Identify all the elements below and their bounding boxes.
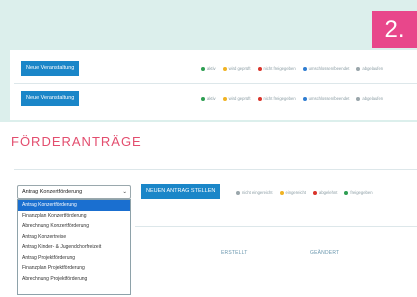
request-type-select-value: Antrag Konzertförderung [22, 189, 83, 195]
legend-item: wird geprüft [222, 66, 251, 71]
new-request-button[interactable]: NEUEN ANTRAG STELLEN [141, 184, 221, 199]
dropdown-option[interactable]: Abrechnung Konzertförderung [18, 221, 130, 232]
legend-item: abgelehnt [313, 190, 337, 195]
new-event-button-1[interactable]: Neue Veranstaltung [21, 61, 80, 76]
status-dot-icon [279, 190, 284, 195]
page-title: FÖRDERANTRÄGE [11, 134, 142, 149]
column-header-created: ERSTELLT [221, 250, 248, 256]
legend-label: freigegeben [350, 190, 373, 195]
dropdown-option[interactable]: Antrag Konzertförderung [18, 200, 130, 211]
legend-label: eingereicht [285, 190, 307, 195]
request-type-select[interactable]: Antrag Konzertförderung ⌄ [17, 185, 131, 199]
dropdown-option[interactable]: Antrag Kinder- & Jugendchorfreizeit [18, 242, 130, 253]
legend-label: umschlossen/beendet [308, 96, 350, 101]
dropdown-option[interactable]: Finanzplan Konzertförderung [18, 211, 130, 222]
event-status-legend-2: aktiv wird geprüft nicht freigegeben umschl… [201, 96, 383, 101]
status-dot-icon [236, 190, 240, 195]
step-number-badge: 2. [372, 11, 417, 48]
divider [14, 83, 417, 84]
legend-label: abgelaufen [362, 96, 384, 101]
request-status-legend: nicht eingereicht eingereicht abgelehnt fre… [236, 190, 373, 195]
legend-item: wird geprüft [222, 96, 251, 101]
legend-label: wird geprüft [228, 66, 251, 71]
request-type-dropdown-list[interactable]: Antrag Konzertförderung Finanzplan Konzer… [17, 199, 131, 295]
status-dot-icon [222, 66, 227, 71]
legend-item: nicht freigegeben [257, 96, 296, 101]
dropdown-option[interactable]: Abrechnung Projektförderung [18, 274, 130, 285]
legend-item: aktiv [201, 66, 216, 71]
legend-label: aktiv [207, 96, 216, 101]
status-dot-icon [222, 96, 227, 101]
dropdown-option[interactable]: Antrag Konzertreise [18, 232, 130, 243]
status-dot-icon [302, 96, 307, 101]
legend-item: abgelaufen [356, 96, 383, 101]
legend-item: freigegeben [344, 190, 373, 195]
status-dot-icon [257, 96, 262, 101]
legend-label: abgelehnt [319, 190, 338, 195]
legend-item: abgelaufen [356, 66, 383, 71]
column-header-changed: GEÄNDERT [310, 250, 340, 256]
legend-item: umschlossen/beendet [302, 66, 350, 71]
dropdown-option[interactable]: Antrag Projektförderung [18, 253, 130, 264]
status-dot-icon [356, 96, 361, 101]
dropdown-option[interactable]: Finanzplan Projektförderung [18, 263, 130, 274]
legend-label: umschlossen/beendet [308, 66, 350, 71]
legend-item: nicht freigegeben [257, 66, 296, 71]
legend-label: aktiv [207, 66, 216, 71]
legend-label: nicht eingereicht [242, 190, 273, 195]
status-dot-icon [257, 66, 262, 71]
legend-label: nicht freigegeben [263, 66, 296, 71]
legend-label: wird geprüft [228, 96, 251, 101]
status-dot-icon [356, 66, 361, 71]
status-dot-icon [344, 190, 349, 195]
divider [135, 226, 417, 227]
legend-item: eingereicht [279, 190, 307, 195]
legend-label: abgelaufen [362, 66, 384, 71]
legend-item: nicht eingereicht [236, 190, 273, 195]
status-dot-icon [201, 96, 205, 101]
status-dot-icon [313, 190, 317, 195]
divider [14, 169, 417, 170]
legend-item: umschlossen/beendet [302, 96, 350, 101]
event-status-legend-1: aktiv wird geprüft nicht freigegeben umschl… [201, 66, 383, 71]
legend-item: aktiv [201, 96, 216, 101]
status-dot-icon [201, 66, 205, 71]
chevron-down-icon: ⌄ [122, 189, 127, 195]
new-event-button-2[interactable]: Neue Veranstaltung [21, 91, 80, 106]
legend-label: nicht freigegeben [263, 96, 296, 101]
status-dot-icon [302, 66, 307, 71]
